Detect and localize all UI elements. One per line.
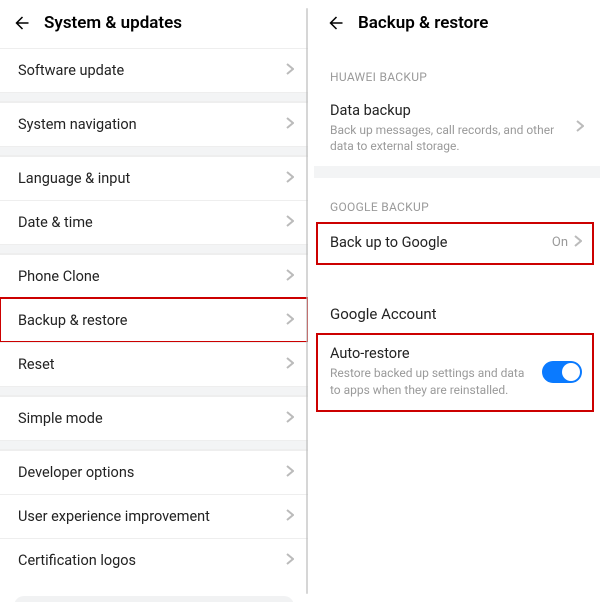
- system-updates-panel: System & updates Software update System …: [0, 0, 308, 602]
- item-label: System navigation: [18, 116, 286, 133]
- back-icon[interactable]: [10, 12, 32, 34]
- item-system-navigation[interactable]: System navigation: [0, 102, 308, 146]
- chevron-right-icon: [576, 120, 584, 136]
- section-huawei-backup: HUAWEI BACKUP: [314, 48, 600, 92]
- auto-restore-title: Auto-restore: [330, 345, 534, 362]
- item-label: Reset: [18, 356, 286, 373]
- section-gap: [0, 386, 308, 396]
- item-label: Simple mode: [18, 410, 286, 427]
- data-backup-title: Data backup: [330, 102, 568, 119]
- item-label: Software update: [18, 62, 286, 79]
- item-label: Language & input: [18, 170, 286, 187]
- item-phone-clone[interactable]: Phone Clone: [0, 254, 308, 298]
- chevron-right-icon: [286, 215, 294, 231]
- item-label: Date & time: [18, 214, 286, 231]
- chevron-right-icon: [286, 411, 294, 427]
- left-title: System & updates: [44, 13, 182, 33]
- item-software-update[interactable]: Software update: [0, 48, 308, 92]
- item-label: User experience improvement: [18, 508, 286, 525]
- chevron-right-icon: [286, 313, 294, 329]
- item-label: Developer options: [18, 464, 286, 481]
- right-header: Backup & restore: [314, 0, 600, 48]
- item-date-time[interactable]: Date & time: [0, 200, 308, 244]
- item-user-experience[interactable]: User experience improvement: [0, 494, 308, 538]
- item-reset[interactable]: Reset: [0, 342, 308, 386]
- auto-restore-desc: Restore backed up settings and data to a…: [330, 365, 534, 397]
- backup-google-value: On: [552, 235, 568, 250]
- item-certification-logos[interactable]: Certification logos: [0, 538, 308, 582]
- right-title: Backup & restore: [358, 13, 488, 33]
- item-label: Backup & restore: [18, 312, 286, 329]
- section-google-account: Google Account: [314, 265, 600, 333]
- chevron-right-icon: [286, 357, 294, 373]
- chevron-right-icon: [286, 171, 294, 187]
- item-label: Phone Clone: [18, 268, 286, 285]
- chevron-right-icon: [286, 117, 294, 133]
- chevron-right-icon: [286, 269, 294, 285]
- item-language-input[interactable]: Language & input: [0, 156, 308, 200]
- item-simple-mode[interactable]: Simple mode: [0, 396, 308, 440]
- back-icon[interactable]: [324, 12, 346, 34]
- item-label: Certification logos: [18, 552, 286, 569]
- item-backup-restore[interactable]: Backup & restore: [0, 298, 308, 342]
- section-google-backup: GOOGLE BACKUP: [314, 178, 600, 222]
- chevron-right-icon: [286, 465, 294, 481]
- chevron-right-icon: [286, 509, 294, 525]
- section-gap: [0, 244, 308, 254]
- chevron-right-icon: [286, 63, 294, 79]
- chevron-right-icon: [574, 235, 582, 251]
- backup-google-title: Back up to Google: [330, 234, 544, 251]
- left-header: System & updates: [0, 0, 308, 48]
- section-gap: [0, 146, 308, 156]
- item-data-backup[interactable]: Data backup Back up messages, call recor…: [314, 92, 600, 166]
- chevron-right-icon: [286, 553, 294, 569]
- item-developer-options[interactable]: Developer options: [0, 450, 308, 494]
- backup-restore-panel: Backup & restore HUAWEI BACKUP Data back…: [308, 0, 600, 602]
- section-gap: [0, 92, 308, 102]
- section-gap: [0, 440, 308, 450]
- item-auto-restore[interactable]: Auto-restore Restore backed up settings …: [316, 333, 594, 411]
- section-gap: [314, 166, 600, 178]
- data-backup-desc: Back up messages, call records, and othe…: [330, 122, 568, 154]
- auto-restore-toggle[interactable]: [542, 361, 582, 383]
- item-backup-to-google[interactable]: Back up to Google On: [316, 222, 594, 265]
- footer-card: Looking for other settings? Accessibilit…: [14, 596, 294, 602]
